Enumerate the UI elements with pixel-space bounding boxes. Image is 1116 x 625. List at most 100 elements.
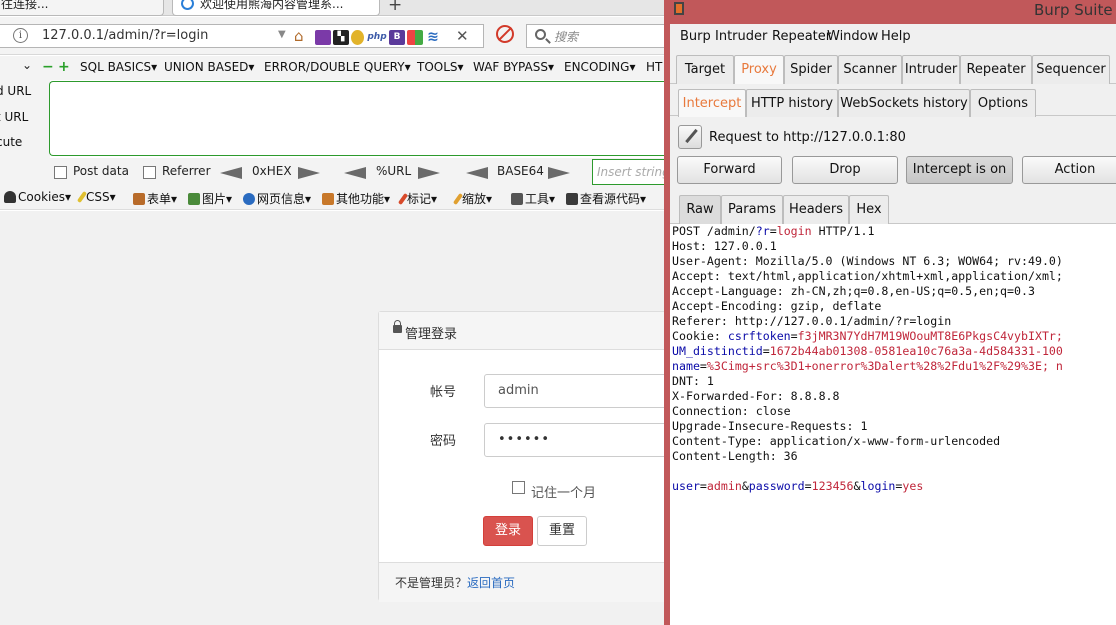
base64-decode-arrow-icon[interactable] — [466, 167, 488, 179]
request-line: POST /admin/?r=login HTTP/1.1 — [672, 224, 874, 239]
home-icon[interactable]: ⌂ — [294, 27, 304, 45]
hackbar-actions: d URL t URL cute — [0, 80, 50, 158]
drop-button[interactable]: Drop — [792, 156, 898, 184]
back-arrow-icon[interactable]: › — [0, 26, 1, 42]
browser-window: 往连接... 欢迎使用熊海内容管理系... + › i 127.0.0.1/ad… — [0, 0, 664, 625]
menu-help[interactable]: Help — [881, 29, 911, 44]
menu-waf-bypass[interactable]: WAF BYPASS▾ — [473, 60, 554, 74]
url-encode-arrow-icon[interactable] — [418, 167, 440, 179]
close-icon[interactable]: ✕ — [456, 27, 469, 45]
hex-encode-arrow-icon[interactable] — [298, 167, 320, 179]
tab-cms-login[interactable]: 欢迎使用熊海内容管理系... — [172, 0, 380, 16]
page-content: 管理登录 帐号 admin 密码 •••••• 记住一个月 登录 重置 不是管理… — [0, 211, 664, 625]
tab-options[interactable]: Options — [970, 89, 1036, 118]
action-button[interactable]: Action — [1022, 156, 1116, 184]
menu-window[interactable]: Window — [827, 29, 878, 44]
address-bar[interactable]: › i 127.0.0.1/admin/?r=login ▼ ⌂ ▚ php B… — [0, 24, 484, 48]
other-functions-menu[interactable]: 其他功能▾ — [322, 190, 390, 207]
extension-icon[interactable]: ▚ — [333, 30, 349, 45]
page-info-menu[interactable]: 网页信息▾ — [243, 190, 311, 207]
tab-websockets-history[interactable]: WebSockets history — [838, 89, 970, 118]
page-info-label: 网页信息▾ — [257, 192, 312, 206]
tab-intercept[interactable]: Intercept — [678, 89, 746, 118]
tools-label: 工具▾ — [525, 192, 556, 206]
footer-text: 不是管理员？返回首页 — [395, 574, 515, 591]
zoom-menu[interactable]: 缩放▾ — [452, 190, 492, 207]
minus-icon[interactable]: − — [42, 59, 54, 75]
bootstrap-icon[interactable]: B — [389, 30, 405, 45]
windows-icon[interactable] — [407, 30, 423, 45]
tab-raw[interactable]: Raw — [679, 195, 721, 224]
url-decode-arrow-icon[interactable] — [344, 167, 366, 179]
edit-pencil-icon — [678, 125, 702, 149]
tab-proxy[interactable]: Proxy — [734, 55, 784, 84]
tab-repeater[interactable]: Repeater — [960, 55, 1032, 84]
menu-sql-basics[interactable]: SQL BASICS▾ — [80, 60, 157, 74]
header-x-forwarded-for: X-Forwarded-For: 8.8.8.8 — [672, 389, 840, 403]
menu-union-based[interactable]: UNION BASED▾ — [164, 60, 254, 74]
hex-decode-arrow-icon[interactable] — [220, 167, 242, 179]
images-menu[interactable]: 图片▾ — [188, 190, 232, 207]
username-label: 帐号 — [430, 385, 457, 400]
php-icon[interactable]: php — [367, 30, 387, 45]
tab-intruder[interactable]: Intruder — [902, 55, 960, 84]
image-icon — [188, 193, 200, 205]
insert-string-input[interactable]: Insert string — [592, 159, 664, 185]
base64-encode-arrow-icon[interactable] — [548, 167, 570, 179]
lock-extension-icon[interactable] — [351, 30, 364, 45]
split-url-button[interactable]: t URL — [0, 110, 28, 124]
tab-headers[interactable]: Headers — [783, 195, 849, 224]
tab-spider[interactable]: Spider — [784, 55, 838, 84]
reset-button[interactable]: 重置 — [537, 516, 587, 546]
hackbar-url-textarea[interactable] — [49, 81, 664, 156]
post-data-checkbox[interactable] — [54, 166, 67, 179]
execute-button[interactable]: cute — [0, 135, 22, 149]
login-button[interactable]: 登录 — [483, 516, 533, 546]
referrer-checkbox[interactable] — [143, 166, 156, 179]
menu-encoding[interactable]: ENCODING▾ — [564, 60, 635, 74]
tools-menu[interactable]: 工具▾ — [511, 190, 555, 207]
tab-params[interactable]: Params — [721, 195, 783, 224]
new-tab-button[interactable]: + — [388, 0, 402, 15]
load-url-button[interactable]: d URL — [0, 84, 31, 98]
username-field[interactable]: admin — [484, 374, 664, 408]
cookies-label: Cookies▾ — [18, 190, 72, 204]
url-text[interactable]: 127.0.0.1/admin/?r=login — [42, 28, 208, 43]
menu-intruder[interactable]: Intruder — [715, 29, 767, 44]
search-box[interactable]: 搜索 — [526, 24, 664, 48]
lock-icon — [393, 320, 402, 333]
remember-checkbox[interactable] — [512, 481, 525, 494]
tab-hex[interactable]: Hex — [849, 195, 889, 224]
tab-sequencer[interactable]: Sequencer — [1032, 55, 1110, 84]
menu-repeater[interactable]: Repeater — [772, 29, 831, 44]
search-icon — [535, 29, 546, 40]
panel-footer: 不是管理员？返回首页 — [379, 562, 664, 602]
info-icon[interactable]: i — [13, 28, 28, 43]
raw-request-editor[interactable]: POST /admin/?r=login HTTP/1.1 Host: 127.… — [670, 224, 1116, 625]
wave-icon[interactable]: ≋ — [425, 30, 441, 45]
plus-icon[interactable]: + — [58, 59, 70, 75]
css-menu[interactable]: CSS▾ — [76, 190, 116, 204]
menu-error-double-query[interactable]: ERROR/DOUBLE QUERY▾ — [264, 60, 411, 74]
menu-tools[interactable]: TOOLS▾ — [417, 60, 464, 74]
proxy-subtabs: Intercept HTTP history WebSockets histor… — [670, 84, 1116, 118]
tab-target[interactable]: Target — [676, 55, 734, 84]
password-field[interactable]: •••••• — [484, 423, 664, 457]
tab-http-history[interactable]: HTTP history — [746, 89, 838, 118]
tab-previous[interactable]: 往连接... — [0, 0, 164, 16]
extension-icon[interactable] — [315, 30, 331, 45]
mark-menu[interactable]: 标记▾ — [397, 190, 437, 207]
tab-scanner[interactable]: Scanner — [838, 55, 902, 84]
cookies-menu[interactable]: Cookies▾ — [4, 190, 71, 204]
menu-burp[interactable]: Burp — [680, 29, 711, 44]
no-entry-icon[interactable] — [496, 25, 514, 43]
back-home-link[interactable]: 返回首页 — [467, 576, 515, 590]
chevron-down-icon[interactable]: ⌄ — [22, 58, 32, 72]
forward-button[interactable]: Forward — [677, 156, 782, 184]
burp-menubar: Burp Intruder Repeater Window Help — [670, 24, 1116, 50]
intercept-toggle[interactable]: Intercept is on — [906, 156, 1013, 184]
view-source-menu[interactable]: 查看源代码▾ — [566, 190, 646, 207]
menu-html[interactable]: HT — [646, 60, 662, 74]
forms-menu[interactable]: 表单▾ — [133, 190, 177, 207]
dropdown-arrow-icon[interactable]: ▼ — [278, 29, 286, 40]
